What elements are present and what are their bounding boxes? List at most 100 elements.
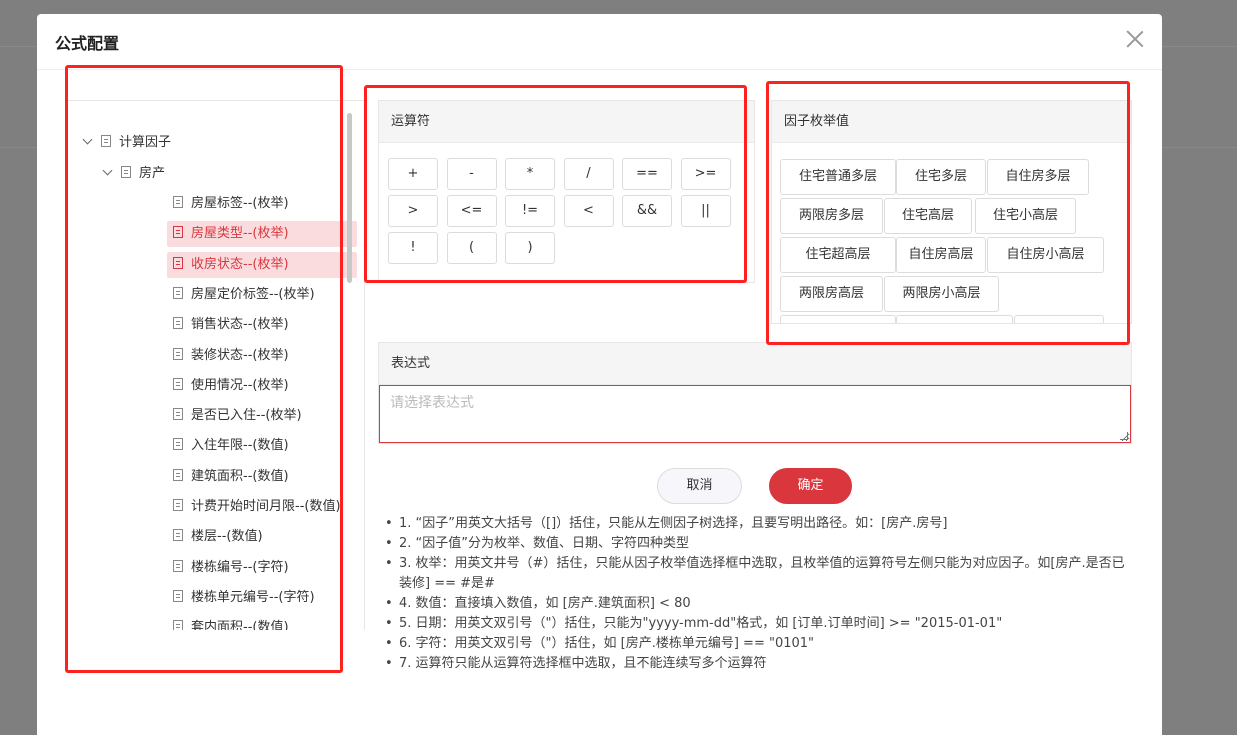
enum-value-button[interactable]: 自住房小高层 [987, 237, 1104, 273]
operator-button[interactable]: == [622, 158, 672, 190]
document-icon [101, 135, 111, 147]
tree-leaf-label: 使用情况--(枚举) [191, 377, 289, 393]
tree-leaf[interactable]: 建筑面积--(数值) [167, 464, 357, 490]
help-note: 5. 日期：用英文双引号（"）括住，只能为"yyyy-mm-dd"格式，如 [订… [385, 614, 1137, 634]
tree-leaf[interactable]: 房屋标签--(枚举) [167, 191, 357, 217]
tree-leaf[interactable]: 是否已入住--(枚举) [167, 403, 357, 429]
chevron-down-icon[interactable] [82, 134, 93, 145]
document-icon [173, 438, 183, 451]
enum-value-button[interactable]: 两限房小高层 [884, 276, 999, 312]
tree-leaf[interactable]: 装修状态--(枚举) [167, 343, 357, 369]
tree-leaf-label: 装修状态--(枚举) [191, 347, 289, 363]
tree-leaf-label: 入住年限--(数值) [191, 438, 289, 454]
document-icon [173, 620, 183, 630]
operator-button[interactable]: || [680, 195, 731, 227]
operator-button[interactable]: > [388, 195, 438, 227]
operator-button[interactable]: * [505, 158, 555, 190]
confirm-button[interactable]: 确定 [769, 468, 852, 504]
tree-leaf[interactable]: 房屋类型--(枚举) [167, 221, 357, 248]
enum-panel: 因子枚举值 住宅普通多层 住宅多层 自住房多层两限房多层 住宅高层 住宅小高层住宅超高层… [771, 100, 1132, 324]
chevron-down-icon[interactable] [102, 165, 113, 176]
expression-input[interactable] [379, 385, 1131, 443]
operator-button[interactable]: <= [446, 195, 497, 227]
tree-leaf-label: 收房状态--(枚举) [191, 256, 289, 272]
enum-value-button[interactable]: 住宅超高层 [780, 237, 896, 273]
operator-panel-title: 运算符 [379, 101, 754, 143]
operator-button[interactable]: >= [680, 158, 731, 190]
operator-button[interactable]: + [388, 158, 438, 190]
tree-leaf-label: 楼栋编号--(字符) [191, 559, 289, 575]
document-icon [173, 499, 183, 511]
tree-leaf-label: 建筑面积--(数值) [191, 468, 289, 484]
document-icon [173, 559, 183, 572]
document-icon [173, 468, 183, 481]
document-icon [173, 286, 183, 299]
enum-value-button[interactable]: 住宅高层 [884, 198, 972, 234]
tree-leaf-label: 房屋类型--(枚举) [191, 226, 289, 242]
enum-value-button[interactable] [896, 315, 1013, 323]
tree-node-root[interactable]: 计算因子 [82, 130, 172, 156]
tree-scrollbar[interactable] [347, 113, 352, 283]
tree-leaf[interactable]: 楼层--(数值) [167, 524, 357, 550]
help-note: 6. 字符：用英文双引号（"）括住，如 [房产.楼栋单元编号] == "0101… [385, 634, 1137, 654]
help-note: 1. “因子”用英文大括号（[]）括住，只能从左侧因子树选择，且要写明出路径。如… [385, 514, 1137, 534]
formula-config-dialog: 公式配置 计算因子 房产 房屋标签--(枚举) 房屋类型--(枚举) 收房状态--(… [37, 14, 1162, 735]
enum-value-button[interactable]: 住宅普通多层 [780, 159, 896, 195]
cancel-button[interactable]: 取消 [657, 468, 742, 504]
operator-button[interactable]: < [563, 195, 614, 227]
tree-leaf[interactable]: 楼栋单元编号--(字符) [167, 585, 357, 611]
tree-leaf[interactable]: 使用情况--(枚举) [167, 373, 357, 399]
help-note: 2. “因子值”分为枚举、数值、日期、字符四种类型 [385, 534, 1137, 554]
document-icon [173, 408, 183, 421]
document-icon [173, 226, 183, 239]
tree-leaf[interactable]: 计费开始时间月限--(数值) [167, 494, 357, 520]
tree-leaf-label: 楼栋单元编号--(字符) [191, 589, 315, 605]
dialog-header: 公式配置 [37, 14, 1162, 70]
tree-leaf-label: 计费开始时间月限--(数值) [191, 499, 341, 514]
document-icon [173, 589, 183, 602]
operator-button[interactable]: != [505, 195, 555, 227]
enum-panel-title: 因子枚举值 [772, 101, 1131, 143]
tree-leaf[interactable]: 入住年限--(数值) [167, 433, 357, 459]
enum-value-button[interactable]: 两限房多层 [780, 198, 883, 234]
tree-leaf[interactable]: 套内面积--(数值) [167, 615, 357, 630]
expression-panel: 表达式 [378, 342, 1132, 444]
document-icon [173, 256, 183, 269]
help-notes: 1. “因子”用英文大括号（[]）括住，只能从左侧因子树选择，且要写明出路径。如… [385, 514, 1137, 674]
tree-leaf[interactable]: 楼栋编号--(字符) [167, 555, 357, 581]
operator-button[interactable]: ! [388, 232, 438, 264]
tree-leaf[interactable]: 收房状态--(枚举) [167, 251, 357, 278]
operator-button[interactable]: ) [505, 232, 555, 264]
document-icon [173, 529, 183, 542]
tree-node-label: 房产 [139, 166, 166, 181]
operator-panel: 运算符 + - * / == >= > <= != < && ||!() [378, 100, 755, 283]
tree-node-label: 计算因子 [119, 135, 172, 150]
enum-value-button[interactable] [780, 315, 896, 323]
operator-button[interactable]: - [446, 158, 497, 190]
enum-value-button[interactable]: 两限房高层 [780, 276, 883, 312]
help-note: 7. 运算符只能从运算符选择框中选取，且不能连续写多个运算符 [385, 654, 1137, 674]
tree-node-group[interactable]: 房产 [102, 161, 166, 187]
enum-value-button[interactable]: 自住房高层 [896, 237, 986, 273]
tree-leaf-label: 是否已入住--(枚举) [191, 408, 302, 424]
tree-leaf[interactable]: 房屋定价标签--(枚举) [167, 282, 357, 308]
tree-leaf-label: 房屋标签--(枚举) [191, 196, 289, 211]
tree-leaf-label: 楼层--(数值) [191, 529, 263, 545]
dialog-title: 公式配置 [55, 34, 120, 53]
enum-value-button[interactable]: 住宅多层 [896, 159, 986, 195]
operator-button[interactable]: && [622, 195, 672, 227]
tree-leaf-label: 销售状态--(枚举) [191, 317, 289, 333]
factor-tree-panel: 计算因子 房产 房屋标签--(枚举) 房屋类型--(枚举) 收房状态--(枚举) 房屋… [67, 100, 365, 630]
document-icon [173, 377, 183, 390]
close-icon[interactable] [1126, 30, 1144, 48]
expression-panel-title: 表达式 [379, 343, 1131, 385]
enum-value-button[interactable]: 自住房多层 [987, 159, 1089, 195]
enum-value-button[interactable] [1014, 315, 1104, 323]
tree-leaf[interactable]: 销售状态--(枚举) [167, 312, 357, 338]
tree-leaf-label: 房屋定价标签--(枚举) [191, 286, 315, 302]
operator-button[interactable]: / [563, 158, 614, 190]
enum-value-button[interactable]: 住宅小高层 [975, 198, 1076, 234]
document-icon [121, 166, 131, 178]
operator-button[interactable]: ( [446, 232, 497, 264]
help-note: 4. 数值：直接填入数值，如 [房产.建筑面积] < 80 [385, 594, 1137, 614]
